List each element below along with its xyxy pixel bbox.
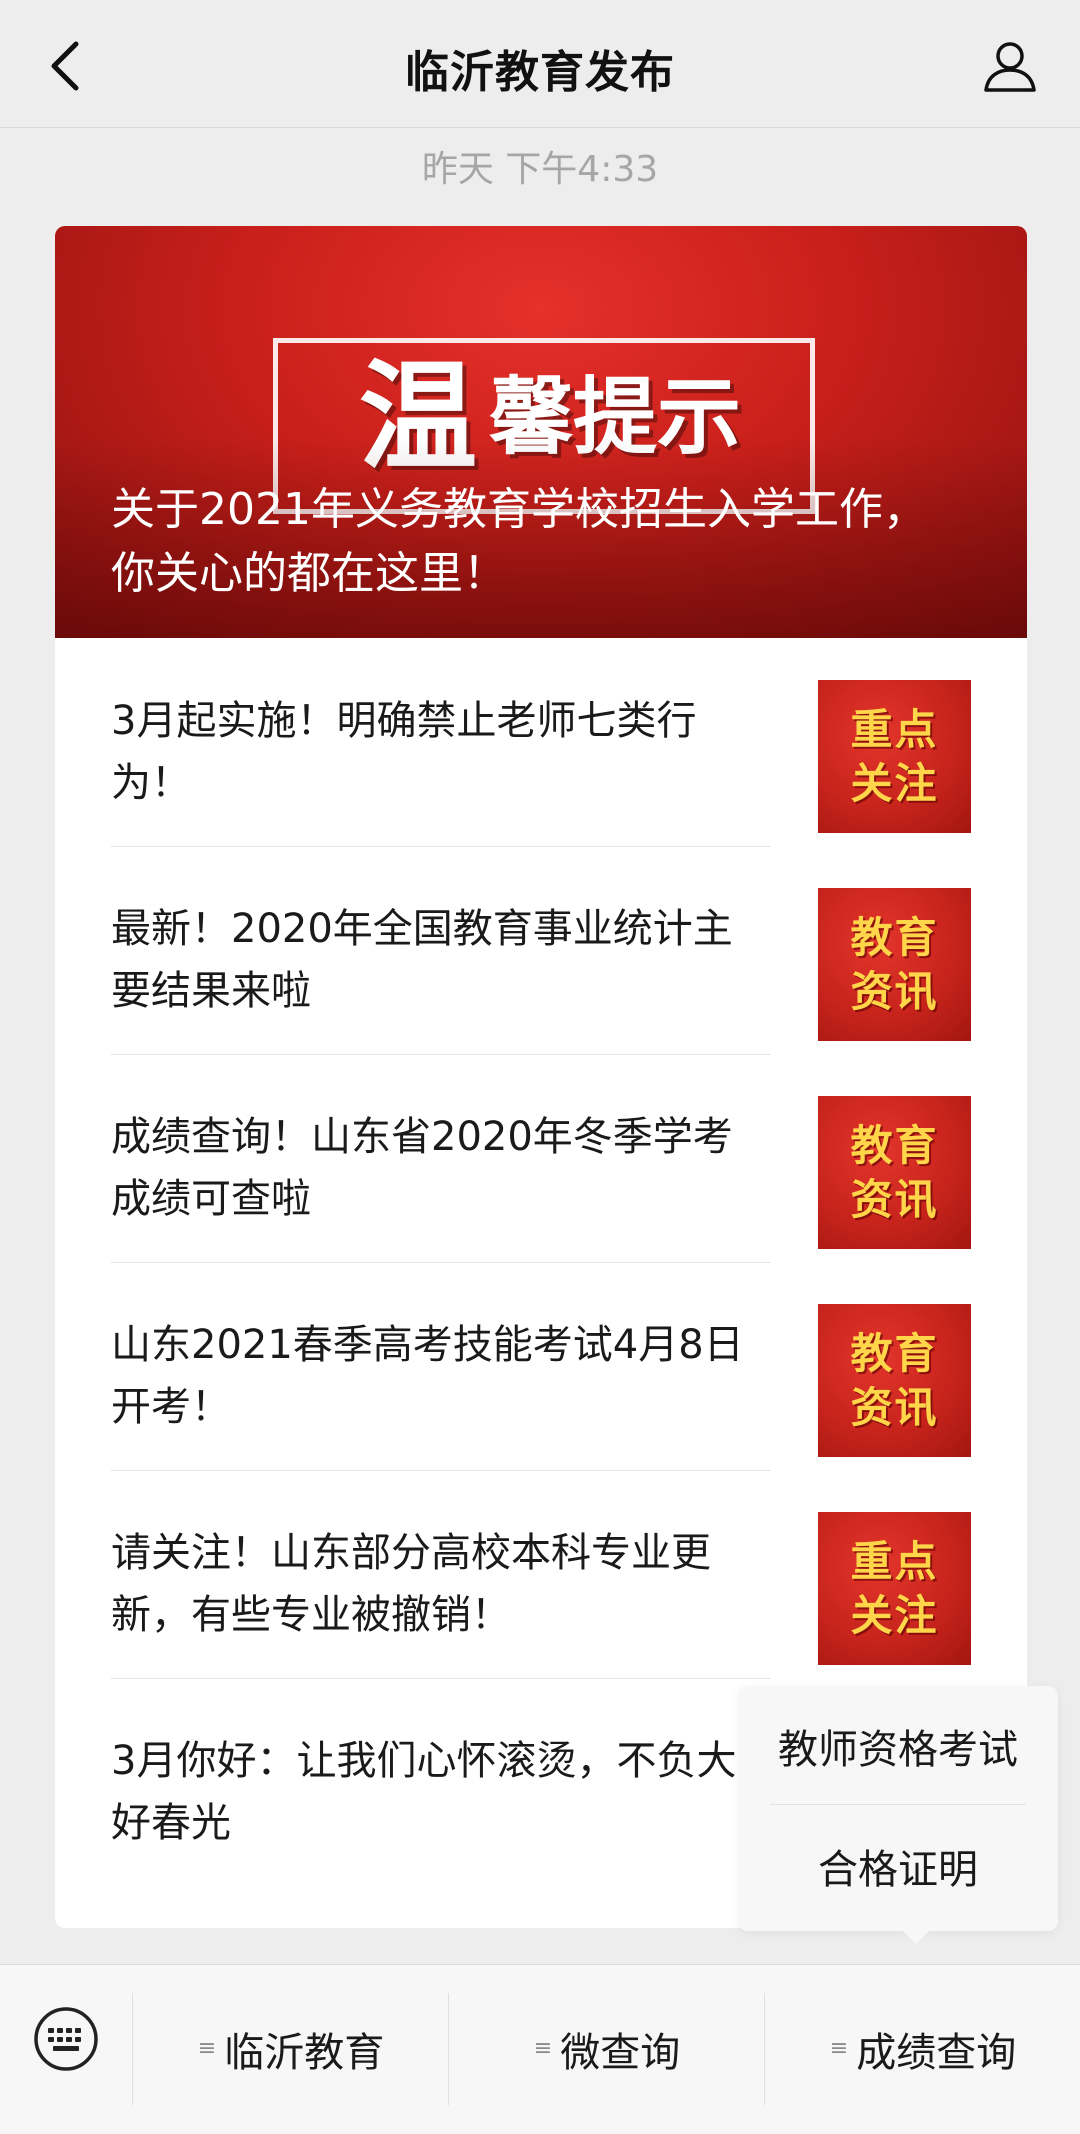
article-title: 请关注！山东部分高校本科专业更新，有些专业被撤销！ (111, 1530, 711, 1638)
thumbnail-text: 教育 (850, 1120, 939, 1170)
nav-header: 临沂教育发布 (0, 0, 1080, 128)
thumbnail-text: 教育 (850, 912, 939, 962)
list-item[interactable]: 3月起实施！明确禁止老师七类行为！ 重点 关注 (55, 638, 1027, 846)
list-item[interactable]: 山东2021春季高考技能考试4月8日开考！ 教育 资讯 (55, 1262, 1027, 1470)
submenu-item-teacher-exam[interactable]: 教师资格考试 (738, 1686, 1058, 1806)
divider (111, 1470, 771, 1471)
profile-button[interactable] (980, 36, 1040, 96)
person-icon (984, 42, 1036, 92)
article-thumbnail: 教育 资讯 (818, 1304, 971, 1457)
divider (111, 846, 771, 847)
divider (111, 1054, 771, 1055)
submenu-item-certificate[interactable]: 合格证明 (738, 1806, 1058, 1926)
hero-article[interactable]: 温 馨提示 关于2021年义务教育学校招生入学工作，你关心的都在这里！ (55, 226, 1027, 638)
menu-separator (764, 1993, 765, 2105)
thumbnail-text: 关注 (850, 1590, 939, 1640)
bottom-menu-bar: ≡ 临沂教育 ≡ 微查询 ≡ 成绩查询 (0, 1964, 1080, 2134)
thumbnail-text: 重点 (850, 1536, 939, 1586)
article-title: 山东2021春季高考技能考试4月8日开考！ (111, 1322, 744, 1430)
article-thumbnail: 重点 关注 (818, 680, 971, 833)
thumbnail-text: 关注 (850, 758, 939, 808)
divider (111, 1262, 771, 1263)
page-title: 临沂教育发布 (405, 47, 675, 98)
article-title: 成绩查询！山东省2020年冬季学考成绩可查啦 (111, 1114, 733, 1222)
menu-list-icon: ≡ (197, 2036, 217, 2061)
submenu-popup: 教师资格考试 合格证明 (738, 1686, 1058, 1931)
hero-title: 关于2021年义务教育学校招生入学工作，你关心的都在这里！ (111, 484, 927, 599)
message-timestamp: 昨天 下午4:33 (421, 149, 659, 190)
divider (770, 1804, 1026, 1805)
menu-list-icon: ≡ (829, 2036, 849, 2061)
menu-separator (448, 1993, 449, 2105)
menu-button-label: 微查询 (560, 2030, 681, 2076)
article-card: 温 馨提示 关于2021年义务教育学校招生入学工作，你关心的都在这里！ 3月起实… (55, 226, 1027, 1928)
article-thumbnail: 教育 资讯 (818, 1096, 971, 1249)
article-title: 最新！2020年全国教育事业统计主要结果来啦 (111, 906, 733, 1014)
thumbnail-text: 资讯 (850, 1382, 939, 1432)
list-item[interactable]: 请关注！山东部分高校本科专业更新，有些专业被撤销！ 重点 关注 (55, 1470, 1027, 1678)
article-title: 3月你好：让我们心怀滚烫，不负大好春光 (111, 1738, 737, 1846)
article-thumbnail: 教育 资讯 (818, 888, 971, 1041)
keyboard-toggle-button[interactable] (30, 2003, 102, 2075)
list-item[interactable]: 成绩查询！山东省2020年冬季学考成绩可查啦 教育 资讯 (55, 1054, 1027, 1262)
popup-arrow (900, 1928, 932, 1944)
thumbnail-text: 重点 (850, 704, 939, 754)
menu-button-micro-query[interactable]: ≡ 微查询 (450, 1987, 764, 2111)
menu-button-linyi-education[interactable]: ≡ 临沂教育 (134, 1987, 448, 2111)
thumbnail-text: 资讯 (850, 1174, 939, 1224)
menu-separator (132, 1993, 133, 2105)
article-title: 3月起实施！明确禁止老师七类行为！ (111, 698, 697, 806)
thumbnail-text: 资讯 (850, 966, 939, 1016)
menu-button-label: 临沂教育 (224, 2030, 385, 2076)
menu-list-icon: ≡ (533, 2036, 553, 2061)
list-item[interactable]: 最新！2020年全国教育事业统计主要结果来啦 教育 资讯 (55, 846, 1027, 1054)
thumbnail-text: 教育 (850, 1328, 939, 1378)
divider (111, 1678, 771, 1679)
menu-button-label: 成绩查询 (856, 2030, 1017, 2076)
article-thumbnail: 重点 关注 (818, 1512, 971, 1665)
keyboard-icon (34, 2007, 98, 2071)
menu-button-score-query[interactable]: ≡ 成绩查询 (766, 1987, 1080, 2111)
